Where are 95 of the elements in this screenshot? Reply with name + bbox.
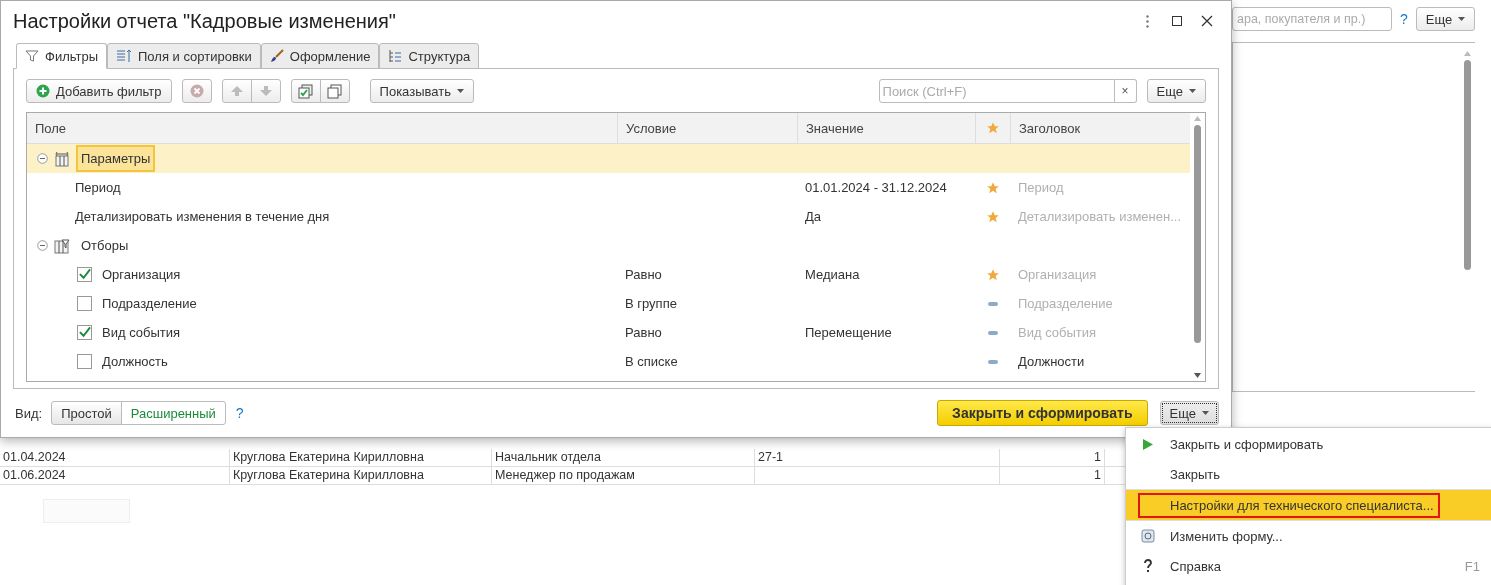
view-option[interactable]: Простой <box>51 401 122 425</box>
checked-pages-icon <box>297 83 314 99</box>
check-all-button[interactable] <box>290 79 321 103</box>
column-header[interactable]: Условие <box>617 113 797 143</box>
caret-icon <box>1189 89 1196 93</box>
group-label: Отборы <box>80 237 130 255</box>
list-sort-icon <box>116 49 132 63</box>
title-cell-text: Детализировать изменен... <box>1017 209 1183 224</box>
title-cell-text: Период <box>1017 180 1065 195</box>
help-icon <box>1143 559 1153 573</box>
plus-icon <box>36 84 50 98</box>
arrow-up-icon <box>230 86 243 96</box>
group-label: Параметры <box>76 145 156 172</box>
menu-item[interactable]: Закрыть и сформировать <box>1126 429 1491 459</box>
table-cell: Начальник отдела <box>492 449 755 466</box>
arrow-down-icon <box>259 86 272 96</box>
caret-icon <box>456 89 464 93</box>
table-cell: 27-1 <box>755 449 1000 466</box>
more-button[interactable]: Еще <box>1146 79 1206 103</box>
star-icon <box>986 121 1000 135</box>
field-name: Вид события <box>102 325 181 340</box>
collapse-icon[interactable] <box>37 240 48 251</box>
help-link[interactable]: ? <box>235 405 244 421</box>
field-name: Период <box>75 180 121 195</box>
table-cell: 1 <box>1000 467 1105 484</box>
search-field[interactable]: ара, покупателя и пр.) <box>1232 7 1392 31</box>
caret-icon <box>1458 17 1466 21</box>
brush-icon <box>269 49 284 63</box>
title-cell-text: Подразделение <box>1017 296 1114 311</box>
checkbox[interactable] <box>77 325 92 340</box>
checkbox[interactable] <box>77 296 92 311</box>
table-cell: Менеджер по продажам <box>492 467 755 484</box>
add-filter-button[interactable]: Добавить фильтр <box>26 79 172 103</box>
help-link[interactable]: ? <box>1400 11 1408 27</box>
value-cell-text: Перемещение <box>804 325 893 340</box>
condition-cell-text: Равно <box>624 325 663 340</box>
condition-cell-text: В группе <box>624 296 678 311</box>
delete-icon <box>189 84 204 98</box>
tab[interactable]: Поля и сортировки <box>107 43 261 69</box>
value-cell-text: Медиана <box>804 267 861 282</box>
value-cell-text: Да <box>804 209 823 224</box>
more-button[interactable]: Еще <box>1159 401 1219 425</box>
menu-item[interactable]: Настройки для технического специалиста... <box>1126 489 1491 520</box>
clear-button[interactable]: × <box>1114 79 1137 103</box>
field-name: Детализировать изменения в течение дня <box>75 209 330 224</box>
show-button[interactable]: Показывать <box>369 79 474 103</box>
filter-icon <box>25 49 39 63</box>
table-cell: 01.06.2024 <box>0 467 230 484</box>
uncheck-all-button[interactable] <box>319 79 350 103</box>
table-cell: 1 <box>1000 449 1105 466</box>
group-row[interactable]: Параметры <box>27 144 1190 173</box>
table-cell: Круглова Екатерина Кирилловна <box>230 467 492 484</box>
caret-icon <box>1202 411 1209 415</box>
field-name: Организация <box>102 267 181 282</box>
tree-icon <box>388 49 403 63</box>
column-header[interactable]: Значение <box>797 113 975 143</box>
tab[interactable]: Фильтры <box>16 43 107 69</box>
field-name: Подразделение <box>102 296 197 311</box>
group-row[interactable]: Отборы <box>27 231 1190 260</box>
condition-cell-text: В списке <box>624 354 679 369</box>
menu-item[interactable]: Справка F1 <box>1126 551 1491 581</box>
scroll-up-icon[interactable] <box>1463 51 1471 56</box>
view-label: Вид: <box>14 405 43 421</box>
table-cell: 01.04.2024 <box>0 449 230 466</box>
checkbox[interactable] <box>77 354 92 369</box>
window-title: Настройки отчета "Кадровые изменения" <box>13 9 397 33</box>
collapse-icon[interactable] <box>37 153 48 164</box>
move-down-button[interactable] <box>250 79 281 103</box>
tab[interactable]: Оформление <box>260 43 380 69</box>
menu-item[interactable]: Закрыть <box>1126 459 1491 489</box>
column-header[interactable]: Поле <box>27 113 617 143</box>
form-icon <box>1141 529 1155 543</box>
title-cell-text: Организация <box>1017 267 1098 282</box>
tab[interactable]: Структура <box>379 43 480 69</box>
more-button[interactable]: Еще <box>1415 7 1476 31</box>
scroll-up-icon[interactable] <box>1194 116 1201 121</box>
generate-button[interactable]: Закрыть и сформировать <box>937 400 1148 426</box>
menu-item[interactable]: Изменить форму... <box>1126 520 1491 551</box>
title-cell-text: Вид события <box>1017 325 1098 340</box>
checkbox[interactable] <box>77 267 92 282</box>
view-option[interactable]: Расширенный <box>120 401 226 425</box>
field-name: Должность <box>102 354 168 369</box>
pages-icon <box>326 83 343 99</box>
title-cell-text: Должности <box>1017 354 1086 369</box>
search-field[interactable]: Поиск (Ctrl+F) <box>878 79 1115 103</box>
move-up-button[interactable] <box>221 79 252 103</box>
filter-table-icon <box>54 237 70 254</box>
scroll-down-icon[interactable] <box>1194 373 1201 378</box>
column-header[interactable]: Заголовок <box>1010 113 1190 143</box>
condition-cell-text: Равно <box>624 267 663 282</box>
value-cell-text: 01.01.2024 - 31.12.2024 <box>804 180 948 195</box>
table-cell: Круглова Екатерина Кирилловна <box>230 449 492 466</box>
parameters-icon <box>54 150 70 167</box>
play-icon <box>1143 438 1153 450</box>
delete-button[interactable] <box>181 79 212 103</box>
